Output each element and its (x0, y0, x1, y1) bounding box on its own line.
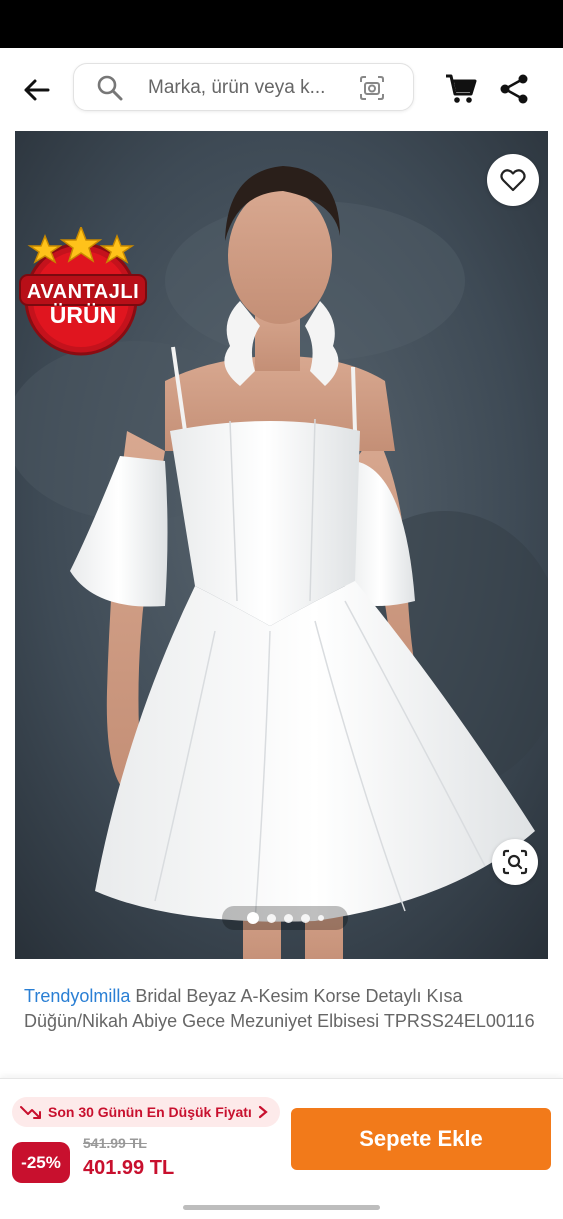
search-box[interactable] (73, 63, 414, 111)
product-title: Trendyolmilla Bridal Beyaz A-Kesim Korse… (24, 984, 544, 1034)
search-icon (97, 75, 123, 101)
brand-link[interactable]: Trendyolmilla (24, 986, 130, 1006)
purchase-panel: Son 30 Günün En Düşük Fiyatı -25% 541.99… (0, 1078, 563, 1219)
discount-badge: -25% (12, 1142, 70, 1183)
heart-outline-icon (500, 169, 526, 192)
shopping-cart-icon (446, 74, 477, 103)
add-to-cart-button[interactable]: Sepete Ekle (291, 1108, 551, 1170)
current-price: 401.99 TL (83, 1157, 175, 1179)
status-bar (0, 0, 563, 48)
gallery-pagination (222, 906, 348, 930)
home-indicator[interactable] (183, 1205, 380, 1210)
visual-search-button[interactable] (492, 839, 538, 885)
camera-search-icon[interactable] (358, 74, 386, 102)
lowest-price-pill[interactable]: Son 30 Günün En Düşük Fiyatı (12, 1097, 280, 1127)
share-icon (500, 74, 528, 104)
arrow-left-icon (24, 79, 50, 101)
pagination-dot[interactable] (266, 913, 276, 923)
back-button[interactable] (14, 70, 58, 110)
product-image-gallery[interactable]: AVANTAJLI ÜRÜN (15, 131, 548, 959)
pagination-dot-active[interactable] (246, 912, 259, 924)
advantage-badge: AVANTAJLI ÜRÜN (18, 227, 148, 357)
pagination-dot[interactable] (300, 913, 310, 923)
search-input[interactable] (148, 75, 336, 101)
chevron-right-icon (258, 1105, 268, 1119)
lowest-price-label: Son 30 Günün En Düşük Fiyatı (48, 1104, 252, 1120)
cart-button[interactable] (444, 72, 478, 106)
badge-text-line2: ÜRÜN (49, 302, 117, 328)
trend-down-icon (20, 1106, 41, 1119)
share-button[interactable] (498, 72, 530, 106)
favorite-button[interactable] (487, 154, 539, 206)
lens-scan-icon (502, 849, 528, 875)
badge-text-line1: AVANTAJLI (26, 281, 140, 303)
old-price: 541.99 TL (83, 1135, 147, 1151)
pagination-dot[interactable] (317, 915, 324, 921)
pagination-dot[interactable] (283, 913, 293, 923)
top-bar (0, 48, 563, 130)
